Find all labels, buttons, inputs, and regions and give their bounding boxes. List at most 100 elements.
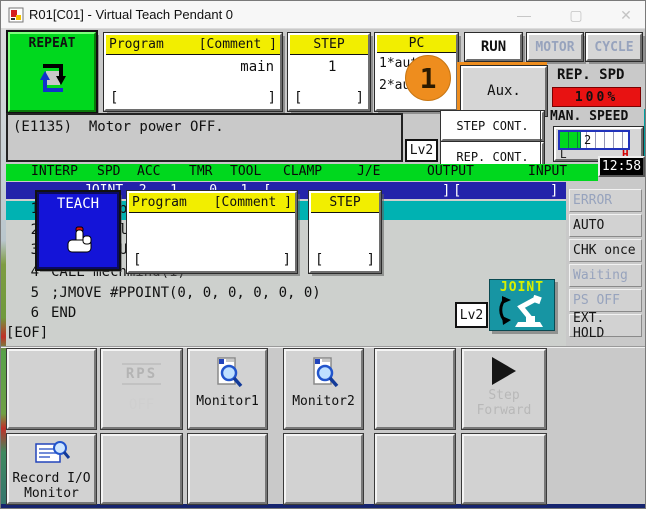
rep-spd-value: 100% <box>552 87 641 107</box>
rps-off-label: OFF <box>128 397 155 413</box>
monitor2-label: Monitor2 <box>292 394 355 409</box>
popup-program-comment: [Comment ] <box>213 195 292 210</box>
softkey-empty[interactable] <box>187 433 268 505</box>
gauge-ticks <box>560 132 628 148</box>
program-name-value: main <box>240 59 274 75</box>
status-key-error[interactable]: ERROR <box>569 189 642 212</box>
joint-mode-button[interactable]: JOINT <box>489 279 555 331</box>
virtual-teach-pendant-window: R01[C01] - Virtual Teach Pendant 0 — ▢ ✕… <box>0 0 646 509</box>
play-icon <box>492 357 516 385</box>
cycle-arrows-icon <box>40 64 66 92</box>
softkey-monitor2[interactable]: Monitor2 <box>283 348 364 430</box>
bracket: ] <box>550 183 559 199</box>
cycle-label: CYCLE <box>594 39 634 55</box>
status-key-label: Waiting <box>573 268 628 283</box>
col-input: INPUT <box>528 164 568 179</box>
program-panel-comment: [Comment ] <box>198 37 277 52</box>
col-output: OUTPUT <box>427 164 474 179</box>
motor-button[interactable]: MOTOR <box>526 32 584 62</box>
line-number: 2 <box>30 222 39 238</box>
status-key-chk-once[interactable]: CHK once <box>569 239 642 262</box>
line-text: END <box>51 305 77 321</box>
cont-mode-box: STEP CONT. REP. CONT. <box>440 110 545 173</box>
col-interp: INTERP <box>31 164 78 179</box>
aux-button[interactable]: Aux. <box>460 65 548 117</box>
popup-step-title: STEP <box>329 195 361 210</box>
cycle-button[interactable]: CYCLE <box>585 32 643 62</box>
minimize-button[interactable]: — <box>509 1 539 29</box>
record-io-label-2: Monitor <box>24 486 79 501</box>
robot-arm-icon <box>499 294 543 327</box>
bracket: ] <box>442 183 451 199</box>
bracket: [ <box>110 90 119 106</box>
line-number: 5 <box>30 285 39 301</box>
bracket: ] <box>355 90 364 106</box>
softkey-empty[interactable] <box>6 348 97 430</box>
desktop-bottom-strip <box>1 504 645 508</box>
monitor-magnifier-icon <box>216 357 242 388</box>
line-text: ;JMOVE #PPOINT(0, 0, 0, 0, 0, 0) <box>51 285 321 301</box>
message-box: (E1135) Motor power OFF. <box>6 113 403 162</box>
softkey-rps-off[interactable]: RPS OFF <box>100 348 183 430</box>
softkey-empty[interactable] <box>374 348 456 430</box>
repeat-mode-button[interactable]: REPEAT <box>6 30 98 114</box>
status-key-auto[interactable]: AUTO <box>569 214 642 237</box>
col-tmr: TMR <box>189 164 213 179</box>
popup-program-title: Program <box>132 195 187 210</box>
error-message: (E1135) Motor power OFF. <box>13 119 224 135</box>
status-key-label: PS OFF <box>573 293 620 308</box>
step-cont-label: STEP CONT. <box>456 119 529 133</box>
softkey-empty[interactable] <box>283 433 364 505</box>
col-clamp: CLAMP <box>283 164 323 179</box>
close-button[interactable]: ✕ <box>611 1 641 29</box>
step-cont-button[interactable]: STEP CONT. <box>440 110 545 142</box>
rep-cont-label: REP. CONT. <box>456 150 529 164</box>
status-key-label: EXT. HOLD <box>573 310 605 341</box>
hand-pointer-icon <box>67 226 92 253</box>
bracket: ] <box>366 252 375 268</box>
record-io-label-1: Record I/O <box>12 471 91 486</box>
col-tool: TOOL <box>230 164 262 179</box>
col-spd: SPD <box>97 164 121 179</box>
program-panel: Program [Comment ] main [ ] <box>103 32 283 112</box>
status-key-label: ERROR <box>573 193 613 208</box>
softkey-monitor1[interactable]: Monitor1 <box>187 348 268 430</box>
status-key-label: CHK once <box>573 243 636 258</box>
motor-label: MOTOR <box>535 39 575 55</box>
bracket: [ <box>294 90 303 106</box>
step-forward-label-2: Forward <box>476 403 532 418</box>
pc-panel-title: PC <box>408 36 425 51</box>
run-button[interactable]: RUN <box>464 32 523 62</box>
monitor1-label: Monitor1 <box>196 394 259 409</box>
line-number: 4 <box>30 264 39 280</box>
joint-label: JOINT <box>499 280 545 295</box>
rps-logo: RPS <box>121 363 162 385</box>
step-forward-label-1: Step <box>488 388 520 403</box>
teach-label: TEACH <box>56 196 100 212</box>
aux-highlight-frame: Aux. <box>457 62 548 117</box>
rep-spd-label: REP. SPD <box>557 67 625 83</box>
status-key-ps-off[interactable]: PS OFF <box>569 289 642 312</box>
col-acc: ACC <box>137 164 161 179</box>
softkey-step-forward[interactable]: Step Forward <box>461 348 547 430</box>
status-key-waiting[interactable]: Waiting <box>569 264 642 287</box>
softkey-empty[interactable] <box>461 433 547 505</box>
status-key-ext-hold[interactable]: EXT. HOLD <box>569 311 642 341</box>
col-je: J/E <box>357 164 381 179</box>
softkey-empty[interactable] <box>100 433 183 505</box>
bracket: ] <box>267 90 276 106</box>
softkey-record-io-monitor[interactable]: Record I/O Monitor <box>6 433 97 505</box>
maximize-button[interactable]: ▢ <box>561 1 591 29</box>
program-panel-title: Program <box>109 37 164 52</box>
teach-mode-popup: TEACH <box>35 190 121 271</box>
window-title: R01[C01] - Virtual Teach Pendant 0 <box>29 7 234 22</box>
record-io-monitor-icon <box>34 441 70 463</box>
line-number: 6 <box>30 305 39 321</box>
lv2-indicator-2: Lv2 <box>455 302 488 328</box>
step-panel: STEP 1 [ ] <box>287 32 371 112</box>
man-speed-label: MAN. SPEED <box>550 109 629 124</box>
softkey-empty[interactable] <box>374 433 456 505</box>
gauge-low-label: L <box>560 148 567 161</box>
step-panel-title: STEP <box>313 37 345 52</box>
divider <box>1 346 645 348</box>
